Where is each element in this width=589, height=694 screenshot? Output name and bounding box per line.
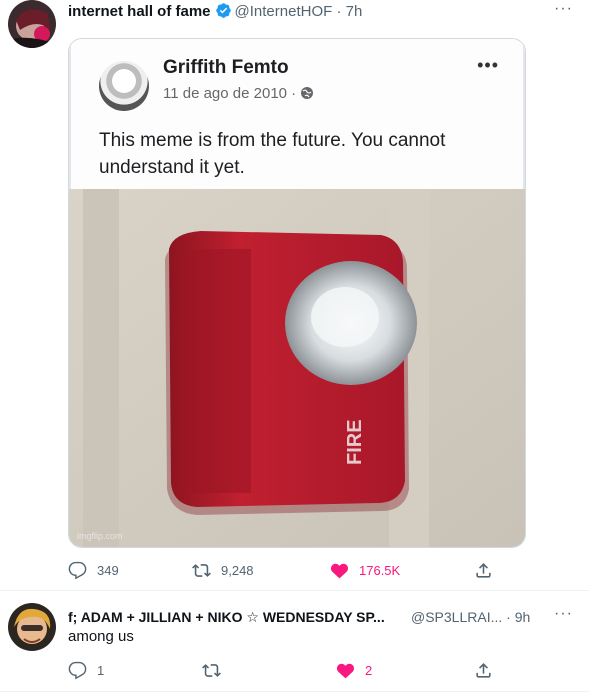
reply-actions: 1 2 (68, 661, 508, 681)
fb-post-text: This meme is from the future. You cannot… (99, 130, 446, 178)
globe-icon (300, 86, 314, 104)
like-count: 176.5K (359, 563, 401, 578)
like-button[interactable]: 176.5K (330, 561, 400, 580)
tweet-header: internet hall of fame @InternetHOF · 7h (68, 2, 362, 25)
reply-text: among us (68, 628, 134, 645)
retweet-count: 9,248 (221, 563, 254, 578)
reply-time[interactable]: · 9h (506, 609, 530, 625)
reply-avatar[interactable] (8, 603, 56, 651)
retweet-icon (192, 561, 211, 580)
more-options-icon[interactable]: ··· (554, 0, 573, 18)
fb-post-date: 11 de ago de 2010 · (163, 85, 314, 104)
heart-filled-icon (330, 561, 349, 580)
tweet-time[interactable]: · 7h (336, 3, 362, 20)
verified-badge-icon (215, 2, 232, 25)
fb-date-text: 11 de ago de 2010 · (163, 85, 297, 102)
author-handle[interactable]: @InternetHOF (235, 3, 333, 20)
heart-filled-icon (336, 661, 355, 680)
imgflip-watermark: imgflip.com (77, 531, 123, 541)
reply-more-options-icon[interactable]: ··· (554, 605, 573, 623)
reply-author-name[interactable]: f; ADAM + JILLIAN + NIKO ☆ WEDNESDAY SP.… (68, 609, 385, 625)
fb-author-name: Griffith Femto (163, 57, 289, 78)
reply-avatar-image (8, 603, 56, 651)
reply-meta: @SP3LLRAI... · 9h (411, 607, 530, 627)
author-name[interactable]: internet hall of fame (68, 3, 211, 20)
reply-icon (68, 561, 87, 580)
reply-reply-button[interactable]: 1 (68, 661, 104, 680)
fire-label: FIRE (344, 419, 366, 465)
retweet-icon (202, 661, 221, 680)
reply-button[interactable]: 349 (68, 561, 119, 580)
tweet-main: internet hall of fame @InternetHOF · 7h ·… (0, 0, 589, 590)
avatar-image (8, 0, 56, 48)
reply-icon (68, 661, 87, 680)
avatar[interactable] (8, 0, 56, 48)
fire-alarm-photo: FIRE imgflip.com (69, 189, 525, 547)
tweet-actions: 349 9,248 176.5K (68, 561, 508, 581)
fb-avatar (99, 61, 149, 111)
embedded-facebook-post: Griffith Femto 11 de ago de 2010 · ••• T… (69, 39, 525, 189)
reply-reply-count: 1 (97, 663, 105, 678)
fb-more-icon: ••• (477, 55, 499, 75)
reply-header: f; ADAM + JILLIAN + NIKO ☆ WEDNESDAY SP.… (68, 607, 385, 627)
reply-like-button[interactable]: 2 (336, 661, 372, 680)
reply-count: 349 (97, 563, 119, 578)
reply-retweet-button[interactable] (202, 661, 231, 680)
share-icon (474, 661, 493, 680)
retweet-button[interactable]: 9,248 (192, 561, 254, 580)
reply-handle[interactable]: @SP3LLRAI... (411, 609, 502, 625)
bottom-divider (0, 691, 589, 692)
share-button[interactable] (474, 561, 493, 580)
media-card[interactable]: Griffith Femto 11 de ago de 2010 · ••• T… (68, 38, 526, 548)
reply-like-count: 2 (365, 663, 373, 678)
reply-share-button[interactable] (474, 661, 493, 680)
share-icon (474, 561, 493, 580)
